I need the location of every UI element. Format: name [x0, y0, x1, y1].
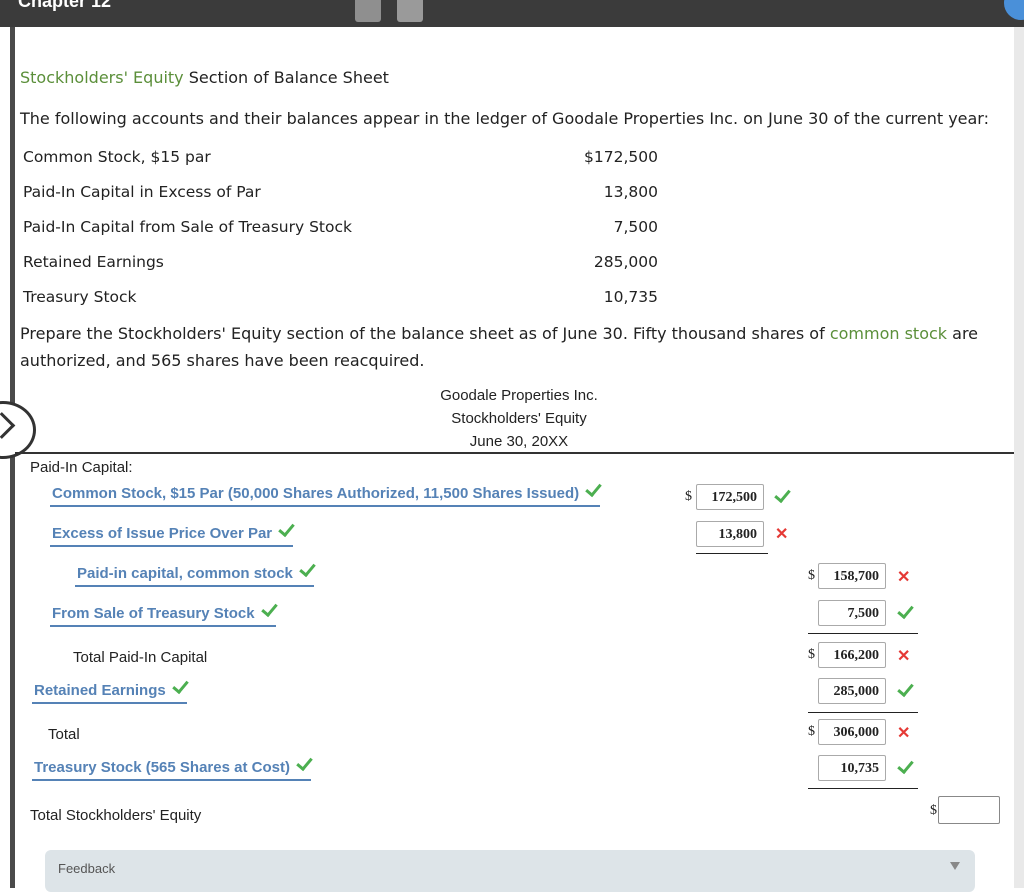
total-input[interactable]: 306,000: [818, 719, 886, 745]
retained-earnings-select[interactable]: Retained Earnings: [32, 676, 189, 704]
retained-earnings-input[interactable]: 285,000: [818, 678, 886, 704]
problem-title: Stockholders' Equity Section of Balance …: [20, 68, 389, 87]
top-bar: [0, 0, 1024, 27]
total-paid-in-label: Total Paid-In Capital: [73, 649, 208, 666]
ledger-label: Paid-In Capital in Excess of Par: [23, 183, 261, 201]
ledger-label: Treasury Stock: [23, 288, 137, 306]
stockholders-equity-link[interactable]: Stockholders' Equity: [20, 68, 184, 87]
audio-button[interactable]: [355, 0, 381, 22]
total-equity-input[interactable]: [938, 796, 1000, 824]
treasury-stock-input[interactable]: 10,735: [818, 755, 886, 781]
x-icon: ✕: [897, 725, 911, 742]
pic-common-select[interactable]: Paid-in capital, common stock: [75, 559, 316, 587]
chapter-title: Chapter 12: [18, 0, 112, 11]
x-icon: ✕: [775, 526, 789, 543]
ledger-value: 7,500: [613, 218, 658, 236]
calculator-button[interactable]: [397, 0, 423, 22]
check-icon: [296, 753, 313, 772]
total-paid-in-input[interactable]: 166,200: [818, 642, 886, 668]
excess-input[interactable]: 13,800: [696, 521, 764, 547]
common-stock-input[interactable]: 172,500: [696, 484, 764, 510]
ledger-value: 10,735: [603, 288, 658, 306]
feedback-label: Feedback: [58, 861, 116, 876]
common-stock-select[interactable]: Common Stock, $15 Par (50,000 Shares Aut…: [50, 479, 602, 507]
triangle-down-icon[interactable]: [950, 862, 960, 870]
problem-intro: The following accounts and their balance…: [20, 109, 989, 128]
treasury-sale-select[interactable]: From Sale of Treasury Stock: [50, 599, 278, 627]
dollar-sign: $: [808, 647, 815, 662]
instruction: Prepare the Stockholders' Equity section…: [20, 324, 979, 343]
ledger-label: Common Stock, $15 par: [23, 148, 211, 166]
x-icon: ✕: [897, 648, 911, 665]
total-label: Total: [48, 726, 80, 743]
heading-rule: [15, 452, 1014, 454]
dollar-sign: $: [930, 803, 937, 818]
x-icon: ✕: [897, 569, 911, 586]
ledger-value: $172,500: [584, 148, 658, 166]
total-equity-label: Total Stockholders' Equity: [30, 807, 202, 824]
feedback-panel[interactable]: [45, 850, 975, 892]
ledger-label: Retained Earnings: [23, 253, 164, 271]
common-stock-link[interactable]: common stock: [830, 324, 947, 343]
treasury-sale-input[interactable]: 7,500: [818, 600, 886, 626]
check-icon: [585, 479, 602, 498]
excess-select[interactable]: Excess of Issue Price Over Par: [50, 519, 295, 547]
check-icon: [774, 485, 791, 504]
subtotal-rule: [808, 788, 918, 789]
subtotal-rule: [808, 712, 918, 713]
ledger-value: 285,000: [593, 253, 658, 271]
instruction-line2: authorized, and 565 shares have been rea…: [20, 351, 425, 370]
subtotal-rule: [808, 633, 918, 634]
paid-in-capital-label: Paid-In Capital:: [30, 459, 133, 476]
right-scroll-track: [1014, 27, 1024, 888]
pic-common-input[interactable]: 158,700: [818, 563, 886, 589]
dollar-sign: $: [808, 568, 815, 583]
subtotal-rule: [696, 553, 768, 554]
check-icon: [171, 676, 189, 695]
check-icon: [897, 756, 914, 775]
check-icon: [897, 601, 914, 620]
dollar-sign: $: [808, 724, 815, 739]
company-name: Goodale Properties Inc.: [440, 387, 598, 404]
treasury-stock-select[interactable]: Treasury Stock (565 Shares at Cost): [32, 753, 313, 781]
ledger-label: Paid-In Capital from Sale of Treasury St…: [23, 218, 352, 236]
ledger-value: 13,800: [603, 183, 658, 201]
statement-title: Stockholders' Equity: [451, 410, 587, 427]
check-icon: [278, 519, 295, 538]
check-icon: [299, 559, 316, 578]
dollar-sign: $: [685, 489, 692, 504]
statement-date: June 30, 20XX: [469, 433, 569, 450]
check-icon: [897, 679, 914, 698]
check-icon: [260, 599, 278, 618]
